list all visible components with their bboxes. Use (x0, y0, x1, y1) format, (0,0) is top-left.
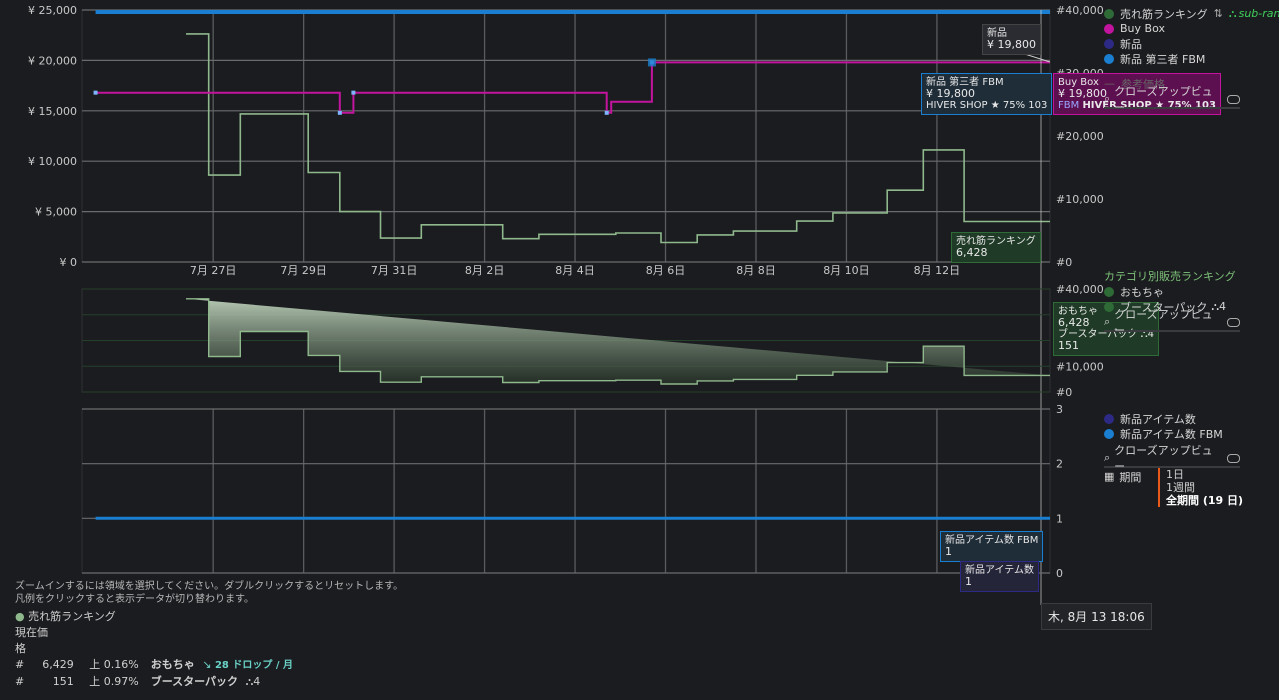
panel-frame-1 (81, 9, 1051, 263)
panel-frame-3 (81, 408, 1051, 574)
booster-dot-icon (1104, 301, 1114, 312)
rank-row-1: # 6,429 上 0.16% おもちゃ ↘ 28 ドロップ / 月 (15, 658, 293, 671)
y-tick-right: #0 (1056, 386, 1072, 399)
legend-item-fbm-count[interactable]: 新品アイテム数 FBM (1104, 426, 1240, 441)
legend-price: 売れ筋ランキング ⇅ ⛬ sub-rank Buy Box 新品 新品 第三者 … (1104, 6, 1279, 114)
new-dot-icon (1104, 38, 1114, 49)
x-tick-label: 7月 31日 (371, 264, 418, 277)
y-tick-right: #10,000 (1056, 360, 1104, 373)
tooltip-fbm-count: 新品アイテム数 FBM 1 (940, 531, 1044, 562)
buybox-point (337, 110, 342, 115)
calendar-icon: ▦ (1104, 470, 1115, 483)
buybox-point (604, 110, 609, 115)
dot-icon: ● (15, 610, 25, 623)
toggle-icon (1227, 453, 1240, 463)
y-tick-left: ¥ 25,000 (28, 4, 77, 17)
rank-title: ● 売れ筋ランキング (15, 610, 116, 623)
search-icon: ⌕ (1104, 451, 1111, 464)
legend-item-new-count[interactable]: 新品アイテム数 (1104, 411, 1240, 426)
y-tick-right: #0 (1056, 256, 1072, 269)
salesrank-dot-icon (1104, 8, 1114, 19)
y-tick-left: ¥ 20,000 (28, 54, 77, 67)
buybox-point (351, 90, 356, 95)
legend-hint: 凡例をクリックすると表示データが切り替わります。 (15, 594, 254, 605)
x-tick-label: 8月 6日 (646, 264, 686, 277)
x-tick-label: 8月 4日 (555, 264, 595, 277)
x-tick-label: 8月 10日 (823, 264, 870, 277)
legend-item-new[interactable]: 新品 (1104, 36, 1279, 51)
legend-item-salesrank[interactable]: 売れ筋ランキング ⇅ ⛬ sub-rank (1104, 6, 1279, 21)
tooltip-salesrank: 売れ筋ランキング 6,428 (951, 232, 1041, 263)
y-tick-right: 1 (1056, 512, 1063, 525)
y-tick-left: ¥ 15,000 (28, 105, 77, 118)
x-tick-label: 7月 29日 (280, 264, 327, 277)
y-tick-left: ¥ 0 (60, 256, 78, 269)
closeup-toggle-3[interactable]: ⌕ クローズアップビュー (1104, 444, 1240, 473)
y-tick-right: #40,000 (1056, 283, 1104, 296)
y-tick-right: 3 (1056, 403, 1063, 416)
y-tick-right: #40,000 (1056, 4, 1104, 17)
legend-category: カテゴリ別販売ランキング おもちゃ ブースターパック ⛬ 4 ⌕ クローズアップビ… (1104, 268, 1240, 337)
x-tick-label: 8月 12日 (914, 264, 961, 277)
sort-icon[interactable]: ⇅ (1214, 7, 1223, 20)
legend-item-buybox[interactable]: Buy Box (1104, 21, 1279, 36)
series-toys-area (186, 298, 1050, 384)
current-label: 現在価 (15, 626, 48, 639)
fbm-count-dot-icon (1104, 428, 1114, 439)
search-icon: ⌕ (1104, 92, 1111, 105)
buybox-dot-icon (1104, 23, 1114, 34)
new-count-dot-icon (1104, 413, 1114, 424)
period-1w[interactable]: 1週間 (1166, 481, 1243, 494)
tooltip-fbm: 新品 第三者 FBM ¥ 19,800 HIVER SHOP ★ 75% 103 (921, 73, 1053, 115)
legend-item-fbm[interactable]: 新品 第三者 FBM (1104, 51, 1279, 66)
y-tick-right: #20,000 (1056, 130, 1104, 143)
search-icon: ⌕ (1104, 315, 1111, 328)
fbm-tag: FBM (1058, 100, 1080, 111)
crosshair-time: 木, 8月 13 18:06 (1041, 603, 1152, 630)
toys-dot-icon (1104, 286, 1114, 297)
y-tick-right: 0 (1056, 567, 1063, 580)
fbm-dot-icon (1104, 53, 1114, 64)
period-selector: 1日 1週間 全期間 (19 日) (1158, 468, 1243, 507)
x-tick-label: 8月 2日 (465, 264, 505, 277)
price-label: 格 (15, 642, 26, 655)
tooltip-new: 新品 ¥ 19,800 (982, 24, 1041, 55)
period-1d[interactable]: 1日 (1166, 468, 1243, 481)
y-tick-right: #10,000 (1056, 193, 1104, 206)
period-all[interactable]: 全期間 (19 日) (1166, 494, 1243, 507)
highlight-point (647, 58, 656, 67)
legend-item-toys[interactable]: おもちゃ (1104, 284, 1240, 299)
y-tick-left: ¥ 5,000 (35, 206, 77, 219)
closeup-toggle-1[interactable]: ⌕ クローズアップビュー (1104, 85, 1240, 114)
y-tick-right: 2 (1056, 458, 1063, 471)
x-tick-label: 7月 27日 (190, 264, 237, 277)
toggle-icon (1227, 94, 1240, 104)
trend-down-icon: ↘ (202, 658, 212, 671)
closeup-toggle-2[interactable]: ⌕ クローズアップビュー (1104, 308, 1240, 337)
y-tick-left: ¥ 10,000 (28, 155, 77, 168)
toggle-icon (1227, 317, 1240, 327)
rank-row-2: # 151 上 0.97% ブースターパック ⛬4 (15, 675, 261, 688)
buybox-point (93, 90, 98, 95)
x-tick-label: 8月 8日 (736, 264, 776, 277)
series-buybox-line (95, 61, 1050, 114)
sitemap-icon: ⛬ (1228, 6, 1237, 20)
tooltip-new-count: 新品アイテム数 1 (960, 561, 1039, 592)
